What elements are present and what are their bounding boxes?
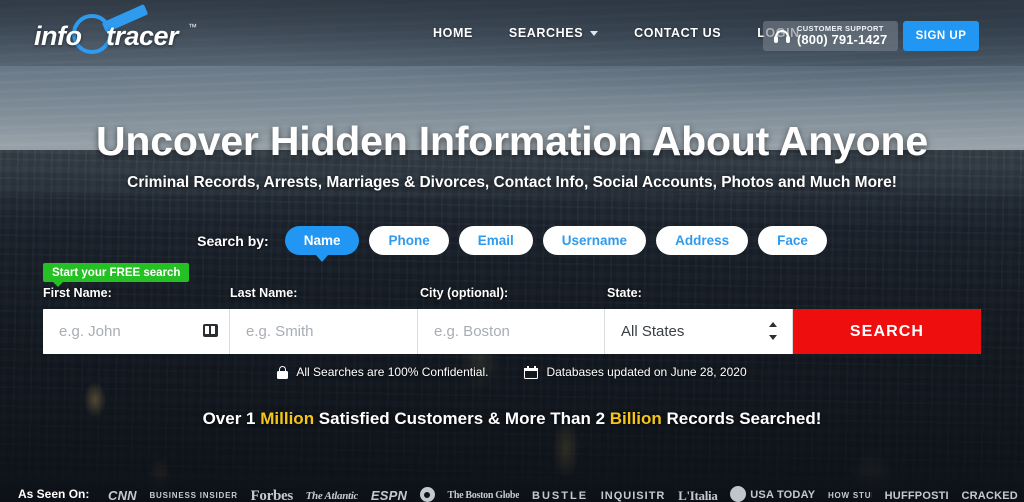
- logo-business-insider: BUSINESS INSIDER: [149, 491, 238, 500]
- logo-espn: ESPN: [370, 489, 408, 502]
- logo-cnn: CNN: [108, 489, 137, 502]
- label-city: City (optional):: [420, 286, 509, 300]
- search-type-phone[interactable]: Phone: [369, 226, 449, 255]
- keyboard-icon[interactable]: [203, 324, 218, 337]
- search-button[interactable]: SEARCH: [793, 309, 981, 354]
- nav-label-searches: SEARCHES: [508, 26, 584, 40]
- last-name-input[interactable]: [230, 309, 417, 354]
- stats-part-1: Over: [202, 409, 247, 428]
- logo-cbs: [419, 487, 435, 502]
- label-state: State:: [607, 286, 642, 300]
- stats-part-3: Records Searched!: [661, 409, 822, 428]
- logo-usa-today-text: USA TODAY: [750, 488, 816, 501]
- confidential-text: All Searches are 100% Confidential.: [296, 365, 489, 379]
- nav-item-home[interactable]: HOME: [415, 26, 491, 40]
- logo-cracked: CRACKED: [961, 490, 1018, 502]
- search-type-email[interactable]: Email: [458, 226, 533, 255]
- nav-item-contact-us[interactable]: CONTACT US: [616, 26, 739, 40]
- city-input[interactable]: [418, 309, 604, 354]
- stats-number-1: 1: [246, 409, 256, 428]
- logo-forbes: Forbes: [250, 489, 293, 502]
- logo-usa-today: USA TODAY: [730, 486, 815, 502]
- page-subheadline: Criminal Records, Arrests, Marriages & D…: [127, 174, 897, 191]
- stats-line: Over 1 Million Satisfied Customers & Mor…: [0, 409, 1024, 429]
- search-type-username[interactable]: Username: [542, 226, 647, 255]
- label-first-name: First Name:: [43, 286, 112, 300]
- lock-icon: [277, 365, 289, 379]
- state-field-wrapper: All States: [605, 309, 793, 354]
- support-phone: (800) 791-1427: [797, 32, 888, 48]
- main-navigation: HOME SEARCHES CONTACT US LOGIN: [415, 26, 818, 40]
- state-select[interactable]: All States: [605, 309, 792, 354]
- free-search-badge: Start your FREE search: [43, 263, 190, 287]
- confidential-notice: All Searches are 100% Confidential.: [277, 365, 488, 379]
- brand-logo[interactable]: info tracer ™: [28, 4, 208, 56]
- search-type-name[interactable]: Name: [284, 226, 360, 262]
- logo-inquisitr: INQUISITR: [600, 490, 666, 502]
- search-by-label: Search by:: [197, 232, 269, 249]
- trust-row: All Searches are 100% Confidential. Data…: [0, 365, 1024, 379]
- nav-label-contact-us: CONTACT US: [634, 26, 722, 40]
- chevron-down-icon: [590, 30, 599, 36]
- database-updated-notice: Databases updated on June 28, 2020: [524, 365, 747, 379]
- search-by-row: Search by: Name Phone Email Username Add…: [0, 226, 1024, 262]
- stats-number-2: 2: [595, 409, 606, 428]
- brand-name-part2: tracer: [106, 21, 179, 51]
- calendar-icon: [524, 365, 539, 379]
- page-headline: Uncover Hidden Information About Anyone: [96, 118, 928, 164]
- support-text-block: CUSTOMER SUPPORT (800) 791-1427: [797, 25, 887, 47]
- first-name-field-wrapper: [43, 309, 230, 354]
- stats-highlight-million: Million: [260, 409, 315, 428]
- logo-litalia: L'Italia: [678, 489, 718, 502]
- stats-highlight-billion: Billion: [609, 409, 662, 428]
- stats-part-2: Satisfied Customers & More Than: [314, 409, 596, 428]
- label-last-name: Last Name:: [230, 286, 298, 300]
- form-label-row: First Name: Last Name: City (optional): …: [0, 286, 1024, 302]
- database-updated-text: Databases updated on June 28, 2020: [546, 365, 747, 379]
- landing-page: info tracer ™ HOME SEARCHES CONTACT US L…: [0, 0, 1024, 502]
- nav-label-home: HOME: [433, 26, 473, 40]
- sign-up-button[interactable]: SIGN UP: [903, 21, 979, 51]
- logo-how-stuff-works: HOW STUFF WORKS: [827, 491, 872, 500]
- headset-icon: [774, 28, 790, 44]
- as-seen-on-strip: As Seen On: CNN BUSINESS INSIDER Forbes …: [0, 476, 1024, 502]
- as-seen-on-logos: CNN BUSINESS INSIDER Forbes The Atlantic…: [108, 482, 1024, 502]
- city-field-wrapper: [418, 309, 605, 354]
- first-name-input[interactable]: [43, 309, 229, 354]
- brand-name-part1: info: [34, 21, 82, 51]
- logo-the-atlantic: The Atlantic: [305, 490, 359, 502]
- as-seen-on-label: As Seen On:: [18, 487, 90, 501]
- usa-today-dot-icon: [730, 486, 747, 502]
- nav-item-searches[interactable]: SEARCHES: [491, 26, 616, 40]
- site-header: info tracer ™ HOME SEARCHES CONTACT US L…: [0, 0, 1024, 66]
- trademark-symbol: ™: [188, 22, 197, 32]
- last-name-field-wrapper: [230, 309, 418, 354]
- logo-the-boston-globe: The Boston Globe: [447, 490, 520, 501]
- search-type-face[interactable]: Face: [758, 226, 827, 255]
- search-form: All States SEARCH: [43, 309, 981, 354]
- logo-bustle: BUSTLE: [532, 490, 589, 502]
- logo-huffpost: HUFFPOSTI: [884, 490, 949, 502]
- customer-support-box[interactable]: CUSTOMER SUPPORT (800) 791-1427: [763, 21, 899, 51]
- search-type-address[interactable]: Address: [656, 226, 749, 255]
